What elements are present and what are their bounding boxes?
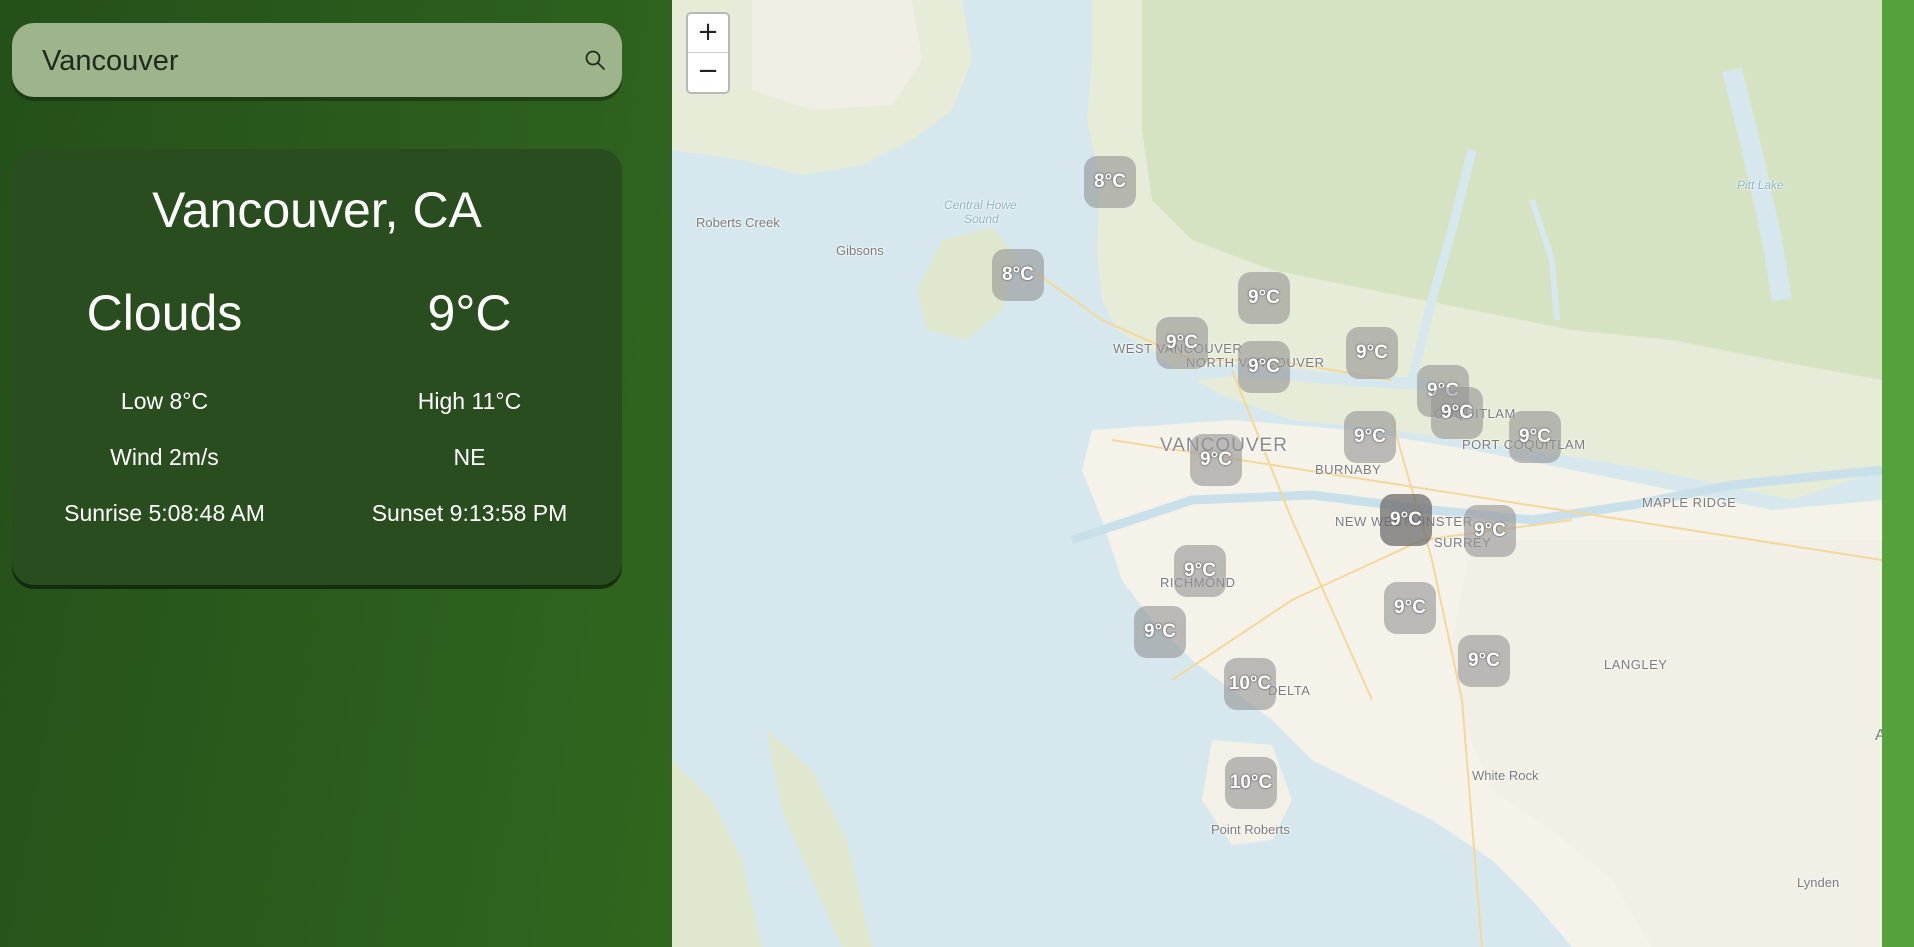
search-icon[interactable] [584, 49, 606, 71]
label-langley: LANGLEY [1604, 657, 1668, 672]
weather-marker[interactable]: 9°C [1458, 635, 1510, 687]
sidebar: Vancouver, CA Clouds 9°C Low 8°C High 11… [0, 0, 672, 947]
weather-marker[interactable]: 9°C [1238, 341, 1290, 393]
zoom-in-button[interactable]: + [688, 14, 728, 53]
label-roberts-creek: Roberts Creek [696, 215, 780, 230]
weather-marker[interactable]: 9°C [1509, 411, 1561, 463]
weather-marker[interactable]: 9°C [1344, 411, 1396, 463]
weather-card: Vancouver, CA Clouds 9°C Low 8°C High 11… [12, 149, 622, 585]
weather-condition: Clouds [86, 285, 243, 341]
weather-marker[interactable]: 9°C [1464, 505, 1516, 557]
map[interactable]: Roberts Creek Gibsons Central Howe Sound… [672, 0, 1882, 947]
weather-marker[interactable]: 9°C [1380, 494, 1432, 546]
weather-marker[interactable]: 9°C [1384, 582, 1436, 634]
zoom-control: + − [686, 12, 730, 94]
wind-speed: Wind 2m/s [110, 444, 219, 470]
map-base [672, 0, 1882, 947]
search-bar [12, 23, 622, 97]
right-edge-strip [1882, 0, 1914, 947]
sunrise-time: Sunrise 5:08:48 AM [64, 500, 265, 526]
weather-marker[interactable]: 9°C [1156, 317, 1208, 369]
weather-marker[interactable]: 9°C [1346, 327, 1398, 379]
weather-marker[interactable]: 9°C [1134, 606, 1186, 658]
label-pitt-lake: Pitt Lake [1737, 178, 1784, 192]
weather-marker[interactable]: 9°C [1431, 387, 1483, 439]
weather-marker[interactable]: 8°C [992, 249, 1044, 301]
weather-marker[interactable]: 9°C [1190, 434, 1242, 486]
wind-direction: NE [453, 444, 486, 470]
label-edge-a: A [1875, 727, 1882, 744]
label-burnaby: BURNABY [1315, 462, 1382, 477]
weather-marker[interactable]: 9°C [1238, 272, 1290, 324]
weather-marker[interactable]: 9°C [1174, 545, 1226, 597]
weather-marker[interactable]: 8°C [1084, 156, 1136, 208]
current-temperature: 9°C [427, 285, 512, 341]
label-point-roberts: Point Roberts [1211, 822, 1290, 837]
label-maple-ridge: MAPLE RIDGE [1642, 495, 1737, 510]
sunset-time: Sunset 9:13:58 PM [371, 500, 568, 526]
weather-marker[interactable]: 10°C [1224, 658, 1276, 710]
label-white-rock: White Rock [1472, 768, 1539, 783]
low-temperature: Low 8°C [120, 388, 209, 414]
label-lynden: Lynden [1797, 875, 1840, 890]
label-central-howe: Central Howe [944, 198, 1017, 212]
label-sound: Sound [964, 212, 999, 226]
search-input[interactable] [40, 41, 564, 81]
weather-marker[interactable]: 10°C [1225, 757, 1277, 809]
label-gibsons: Gibsons [836, 243, 884, 258]
zoom-out-button[interactable]: − [688, 53, 728, 91]
high-temperature: High 11°C [417, 388, 522, 414]
